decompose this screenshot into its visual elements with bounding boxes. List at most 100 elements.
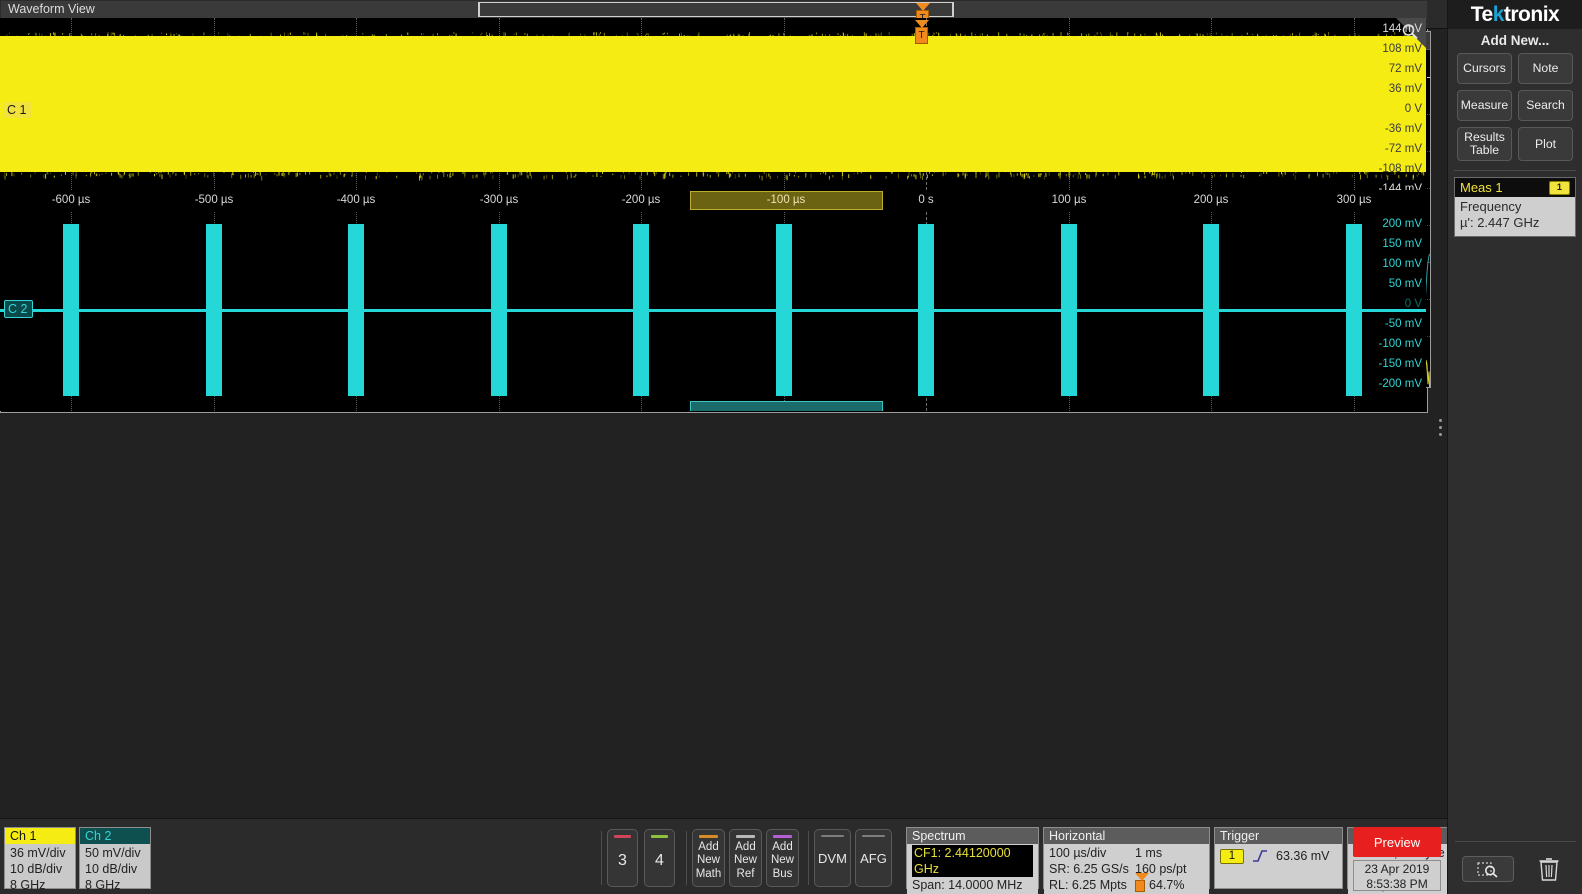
divider [601, 831, 602, 885]
ch2-plot-area[interactable]: C 2 200 mV 150 mV 100 mV 50 mV 0 V -50 m… [0, 212, 1426, 411]
trigger-position-icon [1135, 880, 1145, 892]
status-bar: Ch 1 36 mV/div 10 dB/div 8 GHz Ch 2 50 m… [0, 818, 1447, 894]
add-search-button[interactable]: Search [1518, 90, 1573, 121]
zoom-overview-bracket[interactable] [478, 2, 954, 17]
zoom-select-icon [1475, 860, 1501, 878]
time-axis-label: 200 µs [1194, 194, 1229, 206]
afg-color-bar [862, 835, 885, 837]
delete-button[interactable] [1529, 852, 1569, 886]
ch1-spectrum-scale: 10 dB/div [10, 861, 70, 877]
scope-application: File Edit Applications Utility Help Spec… [0, 0, 1582, 894]
logo-part-1: Te [1471, 3, 1493, 26]
channel-3-label: 3 [618, 852, 627, 870]
logo-part-2: tronix [1504, 3, 1559, 26]
ch2-y-label: 200 mV [1382, 218, 1422, 230]
ch1-bandwidth: 8 GHz [10, 877, 70, 893]
ch2-y-label: -200 mV [1379, 378, 1422, 390]
ch2-y-label: 50 mV [1389, 278, 1422, 290]
measurement-badge-header: Meas 1 1 [1455, 178, 1575, 197]
horizontal-record-length: RL: 6.25 Mpts [1049, 877, 1135, 893]
horizontal-row-3: RL: 6.25 Mpts 64.7% [1049, 877, 1204, 893]
ch2-bandwidth: 8 GHz [85, 877, 145, 893]
trigger-badge-body: 1 63.36 mV [1215, 844, 1342, 866]
horizontal-settings-badge[interactable]: Horizontal 100 µs/div 1 ms SR: 6.25 GS/s… [1043, 827, 1210, 889]
add-new-bus-button[interactable]: Add New Bus [766, 829, 799, 887]
new-label: New [734, 854, 757, 868]
add-measure-button[interactable]: Measure [1457, 90, 1512, 121]
ch2-y-label: 100 mV [1382, 258, 1422, 270]
math-label: Math [696, 868, 722, 882]
add-label: Add [772, 841, 792, 855]
time-axis[interactable]: -600 µs -500 µs -400 µs -300 µs -200 µs … [0, 190, 1426, 212]
spectrum-badge-body: CF1: 2.44120000 GHz Span: 14.0000 MHz RB… [907, 844, 1038, 894]
add-new-button-grid: Cursors Note Measure Search Results Tabl… [1448, 53, 1582, 161]
channel-4-button[interactable]: 4 [644, 829, 675, 887]
ch2-y-label: 0 V [1405, 298, 1422, 310]
sidebar-divider [1454, 170, 1576, 171]
ch2-badge-title: Ch 2 [80, 828, 150, 844]
spectrum-settings-badge[interactable]: Spectrum CF1: 2.44120000 GHz Span: 14.00… [906, 827, 1039, 889]
add-new-math-button[interactable]: Add New Math [692, 829, 725, 887]
channel-3-color-bar [614, 835, 631, 838]
time-axis-label: -500 µs [195, 194, 234, 206]
horizontal-sample-rate: SR: 6.25 GS/s [1049, 861, 1135, 877]
panel-resize-handle[interactable] [1439, 415, 1445, 440]
measurement-badge-title: Meas 1 [1460, 180, 1503, 195]
add-results-table-button[interactable]: Results Table [1457, 127, 1512, 161]
add-label: Add [698, 841, 718, 855]
afg-button[interactable]: AFG [855, 829, 892, 887]
add-new-ref-button[interactable]: Add New Ref [729, 829, 762, 887]
ref-color-bar [736, 835, 755, 838]
logo-k: k [1493, 3, 1504, 26]
time-axis-label-selected: -100 µs [767, 194, 806, 206]
ch2-pulse [776, 224, 792, 396]
ch1-badge-body: 36 mV/div 10 dB/div 8 GHz [5, 844, 75, 894]
trigger-settings-badge[interactable]: Trigger 1 63.36 mV [1214, 827, 1343, 889]
ch2-pulse [63, 224, 79, 396]
ch2-settings-badge[interactable]: Ch 2 50 mV/div 10 dB/div 8 GHz [79, 827, 151, 889]
ch1-plot-area[interactable]: C 1 144 mV 108 mV 72 mV 36 mV 0 V -36 mV… [0, 18, 1426, 190]
trigger-position-handle[interactable]: T [915, 27, 928, 44]
magnify-icon[interactable] [1400, 22, 1420, 42]
ch1-y-label: 0 V [1405, 103, 1422, 115]
ch2-badge-body: 50 mV/div 10 dB/div 8 GHz [80, 844, 150, 894]
ch1-y-label: 108 mV [1382, 43, 1422, 55]
logo-text: Tektronix [1471, 3, 1559, 27]
measurement-badge-1[interactable]: Meas 1 1 Frequency µ': 2.447 GHz [1454, 177, 1576, 237]
horizontal-row-2: SR: 6.25 GS/s 160 ps/pt [1049, 861, 1204, 877]
math-color-bar [699, 835, 718, 838]
dvm-button[interactable]: DVM [814, 829, 851, 887]
trigger-source-chip[interactable]: 1 [1220, 849, 1244, 864]
ch1-y-label: 72 mV [1389, 63, 1422, 75]
add-cursors-button[interactable]: Cursors [1457, 53, 1512, 84]
date-time-display: 23 Apr 2019 8:53:38 PM [1353, 860, 1441, 891]
dvm-color-bar [821, 835, 844, 837]
zoom-select-button[interactable] [1462, 856, 1514, 882]
new-label: New [697, 854, 720, 868]
horizontal-zoom-selection[interactable] [690, 401, 883, 411]
spectrum-center-frequency: CF1: 2.44120000 GHz [912, 845, 1033, 877]
horizontal-row-1: 100 µs/div 1 ms [1049, 845, 1204, 861]
channel-3-button[interactable]: 3 [607, 829, 638, 887]
ch2-vertical-handle[interactable]: C 2 [4, 300, 33, 318]
ch2-spectrum-scale: 10 dB/div [85, 861, 145, 877]
bus-label: Bus [773, 868, 793, 882]
preview-button[interactable]: Preview [1353, 827, 1441, 857]
ch2-pulse [348, 224, 364, 396]
ch1-badge-title: Ch 1 [5, 828, 75, 844]
ch1-vertical-scale: 36 mV/div [10, 845, 70, 861]
measurement-source-chip: 1 [1549, 181, 1570, 195]
ch1-settings-badge[interactable]: Ch 1 36 mV/div 10 dB/div 8 GHz [4, 827, 76, 889]
add-plot-button[interactable]: Plot [1518, 127, 1573, 161]
ch1-vertical-handle[interactable]: C 1 [4, 102, 31, 118]
add-note-button[interactable]: Note [1518, 53, 1573, 84]
new-label: New [771, 854, 794, 868]
time-axis-label: -400 µs [337, 194, 376, 206]
ch2-y-label: -100 mV [1379, 338, 1422, 350]
right-sidebar: Tektronix Add New... Cursors Note Measur… [1447, 0, 1582, 894]
dvm-label: DVM [818, 851, 847, 866]
ch2-pulse [918, 224, 934, 396]
horizontal-badge-title: Horizontal [1044, 828, 1209, 844]
ch2-pulse [206, 224, 222, 396]
ch1-y-label: 36 mV [1389, 83, 1422, 95]
